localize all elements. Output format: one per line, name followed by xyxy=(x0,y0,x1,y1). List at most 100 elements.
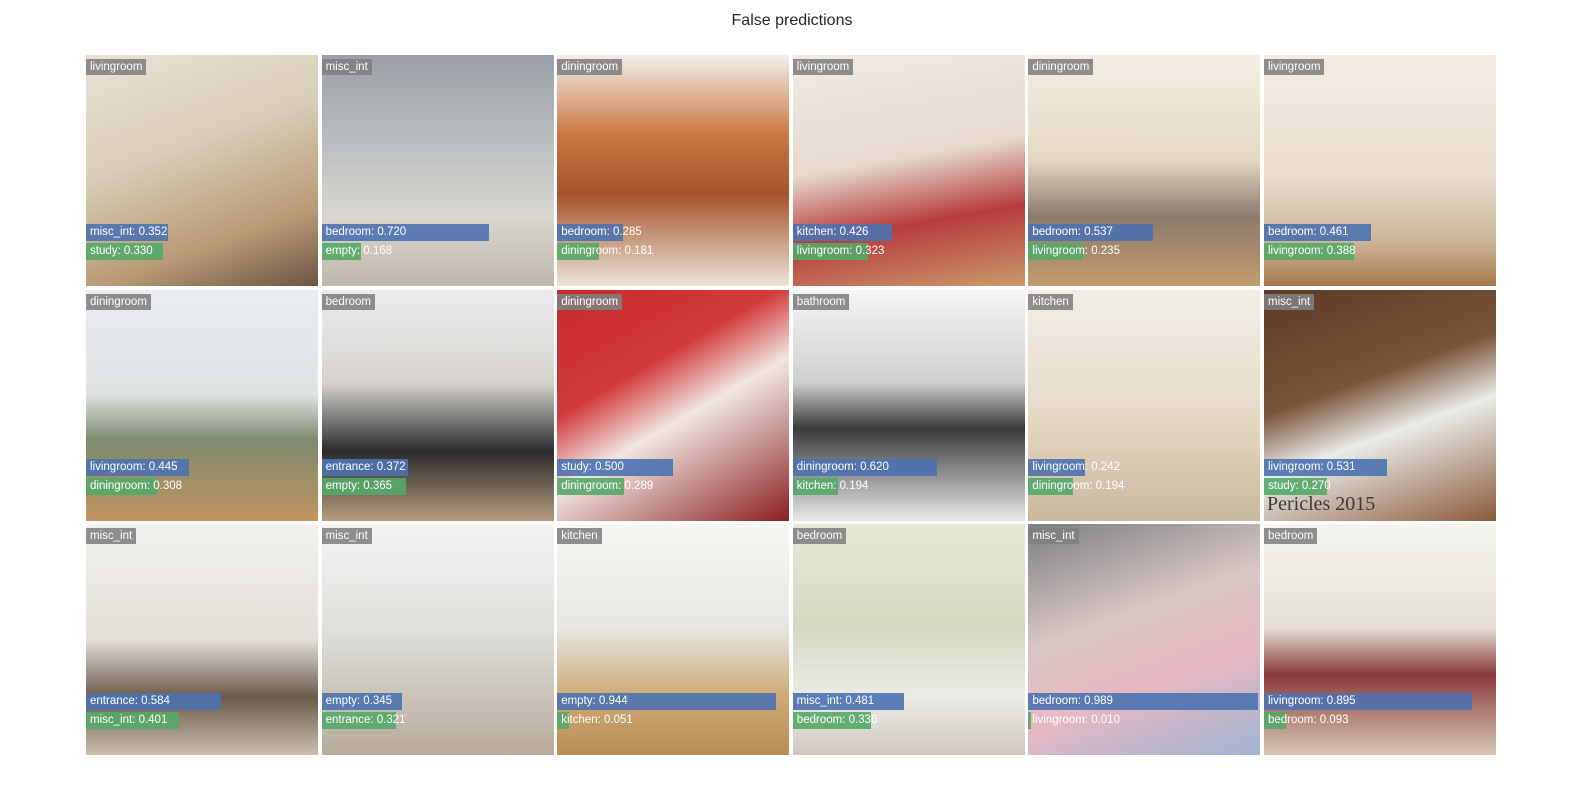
top-prediction-row: kitchen: 0.426 xyxy=(792,224,1025,241)
top-prediction-label: livingroom: 0.531 xyxy=(1268,460,1356,473)
prediction-tile: livingroom bedroom: 0.461 livingroom: 0.38… xyxy=(1264,55,1496,286)
second-prediction-row: bedroom: 0.093 xyxy=(1264,712,1496,729)
second-prediction-bar xyxy=(1028,712,1031,729)
second-prediction-row: empty: 0.365 xyxy=(321,477,554,495)
true-label: bedroom xyxy=(1264,528,1318,544)
true-label: misc_int xyxy=(321,528,372,544)
second-prediction-row: diningroom: 0.308 xyxy=(86,477,318,495)
prediction-tile: misc_int bedroom: 0.989 livingroom: 0.010 xyxy=(1028,524,1261,755)
prediction-tile: bedroom misc_int: 0.481 bedroom: 0.336 xyxy=(792,524,1025,755)
top-prediction-label: bedroom: 0.989 xyxy=(1032,695,1113,707)
top-prediction-row: bedroom: 0.720 xyxy=(321,224,554,241)
true-label: livingroom xyxy=(86,59,147,75)
second-prediction-row: bedroom: 0.336 xyxy=(792,712,1025,729)
prediction-grid: livingroom misc_int: 0.352 study: 0.330 mis… xyxy=(86,55,1496,756)
second-prediction-label: livingroom: 0.235 xyxy=(1032,245,1120,257)
true-label: misc_int xyxy=(86,528,137,544)
true-label: bedroom xyxy=(792,528,847,544)
true-label: diningroom xyxy=(86,293,151,310)
top-prediction-label: misc_int: 0.481 xyxy=(796,695,875,707)
top-prediction-row: study: 0.500 xyxy=(557,458,789,476)
top-prediction-row: empty: 0.944 xyxy=(557,693,789,710)
true-label: misc_int xyxy=(1264,293,1315,310)
top-prediction-row: bedroom: 0.285 xyxy=(557,224,789,241)
prediction-tile: livingroom misc_int: 0.352 study: 0.330 xyxy=(86,55,318,286)
second-prediction-label: study: 0.330 xyxy=(90,245,153,257)
prediction-tile: misc_int bedroom: 0.720 empty: 0.168 xyxy=(321,55,554,286)
second-prediction-row: study: 0.270 xyxy=(1264,477,1496,495)
top-prediction-label: empty: 0.345 xyxy=(325,695,393,707)
top-prediction-row: bedroom: 0.461 xyxy=(1264,224,1496,241)
second-prediction-row: entrance: 0.321 xyxy=(321,712,554,729)
true-label: bathroom xyxy=(792,293,850,310)
top-prediction-row: livingroom: 0.445 xyxy=(86,458,318,476)
second-prediction-label: kitchen: 0.194 xyxy=(796,479,869,492)
top-prediction-label: entrance: 0.584 xyxy=(90,695,170,707)
top-prediction-row: empty: 0.345 xyxy=(321,693,554,710)
true-label: livingroom xyxy=(1264,59,1325,75)
top-prediction-label: livingroom: 0.445 xyxy=(90,460,178,473)
prediction-tile: bedroom livingroom: 0.895 bedroom: 0.093 xyxy=(1264,524,1496,755)
second-prediction-row: livingroom: 0.010 xyxy=(1028,712,1260,729)
prediction-tile: livingroom kitchen: 0.426 livingroom: 0.32… xyxy=(792,55,1025,286)
prediction-tile: kitchen empty: 0.944 kitchen: 0.051 xyxy=(557,524,790,755)
second-prediction-row: livingroom: 0.235 xyxy=(1028,243,1260,260)
second-prediction-row: kitchen: 0.051 xyxy=(557,712,789,729)
top-prediction-row: misc_int: 0.481 xyxy=(792,693,1025,710)
true-label: misc_int xyxy=(1028,528,1079,544)
prediction-tile: Pericles 2015 misc_int livingroom: 0.531 st… xyxy=(1264,289,1496,521)
second-prediction-label: study: 0.270 xyxy=(1268,479,1331,492)
second-prediction-label: kitchen: 0.051 xyxy=(561,714,633,726)
top-prediction-label: kitchen: 0.426 xyxy=(796,226,869,238)
second-prediction-label: diningroom: 0.289 xyxy=(561,479,654,492)
prediction-tile: bedroom entrance: 0.372 empty: 0.365 xyxy=(321,289,554,521)
true-label: misc_int xyxy=(321,59,372,75)
second-prediction-row: diningroom: 0.289 xyxy=(557,477,789,495)
second-prediction-row: livingroom: 0.388 xyxy=(1264,243,1496,260)
top-prediction-row: bedroom: 0.537 xyxy=(1028,224,1260,241)
prediction-tile: misc_int entrance: 0.584 misc_int: 0.401 xyxy=(86,524,318,755)
top-prediction-label: study: 0.500 xyxy=(561,460,624,473)
true-label: bedroom xyxy=(321,293,375,310)
top-prediction-row: misc_int: 0.352 xyxy=(86,224,318,241)
second-prediction-label: bedroom: 0.336 xyxy=(796,714,878,726)
top-prediction-row: entrance: 0.584 xyxy=(86,693,318,710)
top-prediction-row: livingroom: 0.895 xyxy=(1264,693,1496,710)
second-prediction-label: misc_int: 0.401 xyxy=(90,714,168,726)
prediction-tile: diningroom bedroom: 0.537 livingroom: 0.23… xyxy=(1028,55,1261,286)
second-prediction-row: study: 0.330 xyxy=(86,243,318,260)
true-label: diningroom xyxy=(557,293,623,310)
top-prediction-label: misc_int: 0.352 xyxy=(90,226,168,238)
second-prediction-label: diningroom: 0.308 xyxy=(90,479,183,492)
prediction-tile: misc_int empty: 0.345 entrance: 0.321 xyxy=(321,524,554,755)
second-prediction-label: entrance: 0.321 xyxy=(325,714,406,726)
top-prediction-label: bedroom: 0.461 xyxy=(1268,226,1349,238)
second-prediction-row: misc_int: 0.401 xyxy=(86,712,318,729)
prediction-tile: diningroom study: 0.500 diningroom: 0.289 xyxy=(557,289,790,521)
prediction-tile: bathroom diningroom: 0.620 kitchen: 0.194 xyxy=(792,289,1025,521)
top-prediction-row: diningroom: 0.620 xyxy=(792,458,1025,476)
prediction-tile: diningroom bedroom: 0.285 diningroom: 0.18… xyxy=(557,55,790,286)
true-label: livingroom xyxy=(792,59,854,75)
photo-watermark: Pericles 2015 xyxy=(1267,492,1376,515)
figure-title: False predictions xyxy=(731,12,853,29)
top-prediction-row: livingroom: 0.531 xyxy=(1264,458,1496,476)
second-prediction-row: livingroom: 0.323 xyxy=(792,243,1025,260)
second-prediction-label: bedroom: 0.093 xyxy=(1268,714,1349,726)
true-label: diningroom xyxy=(1028,59,1094,75)
second-prediction-row: diningroom: 0.194 xyxy=(1028,477,1260,495)
top-prediction-label: entrance: 0.372 xyxy=(325,460,406,473)
top-prediction-label: bedroom: 0.720 xyxy=(325,226,407,238)
true-label: diningroom xyxy=(557,59,623,75)
prediction-tile: kitchen livingroom: 0.242 diningroom: 0.19… xyxy=(1028,289,1261,521)
second-prediction-label: empty: 0.168 xyxy=(325,245,393,257)
top-prediction-label: livingroom: 0.242 xyxy=(1032,460,1120,473)
true-label: kitchen xyxy=(557,528,602,544)
second-prediction-label: livingroom: 0.010 xyxy=(1032,714,1120,726)
top-prediction-row: entrance: 0.372 xyxy=(321,458,554,476)
top-prediction-row: livingroom: 0.242 xyxy=(1028,458,1260,476)
top-prediction-label: empty: 0.944 xyxy=(561,695,628,707)
second-prediction-label: empty: 0.365 xyxy=(325,479,393,492)
top-prediction-row: bedroom: 0.989 xyxy=(1028,693,1260,710)
second-prediction-label: diningroom: 0.181 xyxy=(561,245,654,257)
